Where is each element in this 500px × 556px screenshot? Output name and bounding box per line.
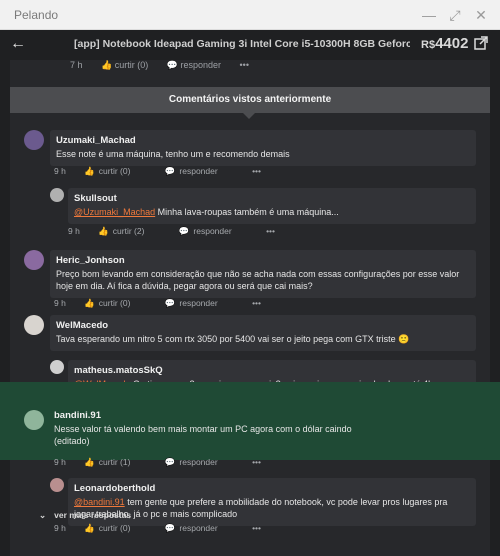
comment-text: Minha lava-roupas também é uma máquina..… (155, 207, 339, 218)
minimize-icon[interactable]: — (418, 4, 440, 26)
previously-seen-banner: Comentários vistos anteriormente (10, 87, 490, 113)
comment-time: 9 h (54, 457, 66, 467)
window-title-bar: Pelando — ⤢ ✕ (0, 0, 500, 30)
comment-time: 9 h (54, 166, 66, 176)
highlight-arrow (478, 382, 500, 460)
comment-bubble: WelMacedo Tava esperando um nitro 5 com … (50, 315, 476, 352)
app-content: ← [app] Notebook Ideapad Gaming 3i Intel… (0, 30, 500, 556)
reply-icon: 💬 (164, 166, 176, 176)
mention-link[interactable]: @bandini.91 (74, 497, 125, 507)
reply-button[interactable]: 💬 responder (179, 226, 248, 236)
comment-time: 9 h (54, 523, 66, 533)
comment-time: 7 h (70, 60, 83, 70)
avatar[interactable] (24, 130, 44, 150)
thumbs-up-icon: 👍 (98, 226, 109, 236)
reply-icon: 💬 (164, 298, 176, 308)
comment-author[interactable]: WelMacedo (56, 320, 470, 332)
comment-author[interactable]: matheus.matosSkQ (74, 365, 470, 377)
price-currency: R$ (421, 39, 436, 51)
like-button[interactable]: 👍 curtir (0) (84, 166, 146, 176)
like-button[interactable]: 👍 curtir (0) (84, 523, 146, 533)
comment-time: 9 h (68, 226, 80, 236)
comment-author[interactable]: Skullsout (74, 193, 470, 205)
comment-author[interactable]: Heric_Jonhson (56, 255, 470, 267)
close-icon[interactable]: ✕ (470, 4, 492, 26)
comment-actions: 9 h 👍 curtir (0) 💬 responder ••• (54, 166, 277, 177)
deal-header: ← [app] Notebook Ideapad Gaming 3i Intel… (0, 30, 500, 60)
like-button[interactable]: 👍 curtir (2) (98, 226, 160, 236)
thumbs-up-icon: 👍 (84, 523, 95, 533)
more-options-icon[interactable]: ••• (252, 457, 261, 467)
expand-icon[interactable]: ⤢ (444, 4, 466, 26)
deal-title[interactable]: [app] Notebook Ideapad Gaming 3i Intel C… (74, 38, 410, 50)
comment-actions: 9 h 👍 curtir (1) 💬 responder ••• (54, 457, 277, 468)
comment-bubble: Uzumaki_Machad Esse note é uma máquina, … (50, 130, 476, 167)
comment-bubble: Heric_Jonhson Preço bom levando em consi… (50, 250, 476, 298)
comment-text: Esse note é uma máquina, tenho um e reco… (56, 149, 290, 160)
avatar[interactable] (24, 250, 44, 270)
edited-label: (editado) (54, 436, 90, 447)
reply-icon: 💬 (178, 226, 190, 236)
window-title: Pelando (14, 8, 59, 22)
deal-price: R$4402 (421, 35, 468, 52)
avatar[interactable] (50, 360, 64, 374)
comment-text: Preço bom levando em consideração que nã… (56, 269, 460, 292)
reply-icon: 💬 (164, 523, 176, 533)
chevron-down-icon: ⌄ (39, 510, 47, 520)
external-link-icon[interactable] (474, 36, 488, 50)
banner-notch (243, 113, 255, 119)
reply-button[interactable]: 💬 responder (165, 523, 234, 533)
more-options-icon[interactable]: ••• (266, 226, 275, 236)
avatar[interactable] (24, 410, 44, 430)
comment-author[interactable]: Leonardoberthold (74, 483, 470, 495)
comment-text: Tava esperando um nitro 5 com rtx 3050 p… (56, 334, 410, 345)
avatar[interactable] (24, 315, 44, 335)
back-arrow-icon[interactable]: ← (10, 35, 26, 53)
comment-actions: 9 h 👍 curtir (0) 💬 responder ••• (54, 523, 277, 534)
comment-body: bandini.91 Nesse valor tá valendo bem ma… (54, 410, 474, 448)
comment-author[interactable]: Uzumaki_Machad (56, 135, 470, 147)
thumbs-up-icon: 👍 (84, 298, 95, 308)
comment-time: 9 h (54, 298, 66, 308)
avatar[interactable] (50, 478, 64, 492)
like-button[interactable]: 👍 curtir (0) (84, 298, 146, 308)
comment-bubble: Skullsout @Uzumaki_Machad Minha lava-rou… (68, 188, 476, 225)
reply-button[interactable]: 💬 responder (167, 60, 221, 70)
comment-actions: 9 h 👍 curtir (2) 💬 responder ••• (68, 226, 291, 237)
reply-button[interactable]: 💬 responder (165, 298, 234, 308)
like-button[interactable]: 👍 curtir (1) (84, 457, 146, 467)
like-button[interactable]: 👍 curtir (0) (101, 60, 148, 70)
more-options-icon[interactable]: ••• (252, 166, 261, 176)
comment-actions: 9 h 👍 curtir (0) 💬 responder ••• (54, 298, 277, 309)
price-value: 4402 (435, 35, 469, 52)
thumbs-up-icon: 👍 (84, 166, 95, 176)
reply-button[interactable]: 💬 responder (165, 457, 234, 467)
avatar[interactable] (50, 188, 64, 202)
comment-author[interactable]: bandini.91 (54, 410, 474, 422)
more-options-icon[interactable]: ••• (252, 298, 261, 308)
top-comment-actions: 7 h 👍 curtir (0) 💬 responder ••• (70, 60, 249, 74)
reply-icon: 💬 (164, 457, 176, 467)
more-options-icon[interactable]: ••• (240, 60, 249, 70)
mention-link[interactable]: @Uzumaki_Machad (74, 207, 155, 217)
more-options-icon[interactable]: ••• (252, 523, 261, 533)
comment-text: Nesse valor tá valendo bem mais montar u… (54, 424, 352, 435)
more-replies-link[interactable]: ⌄ ver mais respostas (39, 510, 131, 521)
thumbs-up-icon: 👍 (84, 457, 95, 467)
reply-button[interactable]: 💬 responder (165, 166, 234, 176)
